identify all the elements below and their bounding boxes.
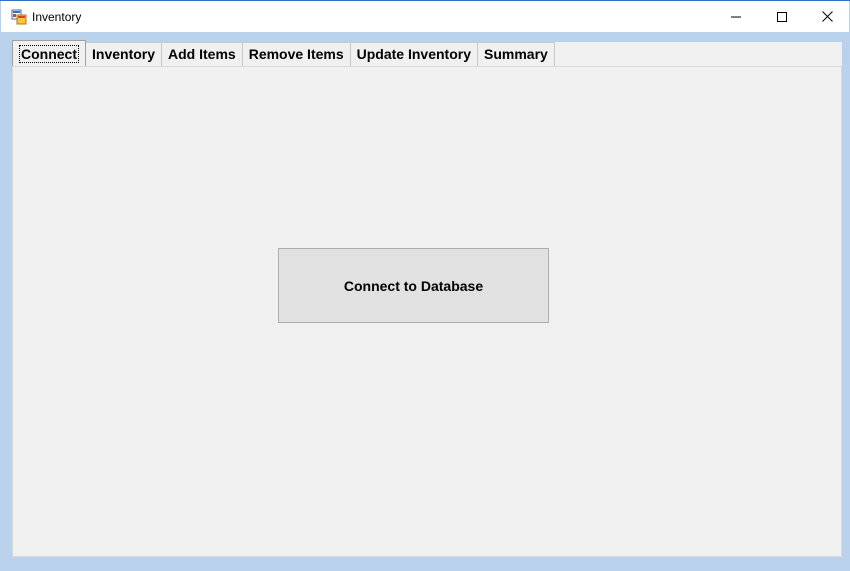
tab-connect[interactable]: Connect (12, 40, 86, 66)
maximize-button[interactable] (759, 1, 805, 32)
tab-inventory[interactable]: Inventory (85, 42, 163, 66)
close-button[interactable] (804, 1, 850, 32)
minimize-button[interactable] (713, 1, 759, 32)
tab-label: Summary (484, 46, 548, 62)
tab-label: Connect (19, 45, 79, 63)
minimize-icon (731, 16, 741, 17)
inventory-window: Inventory Connect Inventory Add Items Re… (0, 0, 850, 571)
title-bar[interactable]: Inventory (1, 1, 849, 32)
tab-update-inventory[interactable]: Update Inventory (349, 42, 478, 66)
tab-label: Remove Items (248, 46, 344, 62)
tab-label: Inventory (92, 46, 156, 62)
tab-remove-items[interactable]: Remove Items (241, 42, 351, 66)
app-icon (11, 9, 27, 25)
tab-label: Update Inventory (356, 46, 471, 62)
maximize-icon (777, 11, 787, 22)
close-icon (821, 11, 833, 22)
tab-label: Add Items (168, 46, 236, 62)
tab-add-items[interactable]: Add Items (161, 42, 243, 66)
tab-strip: Connect Inventory Add Items Remove Items… (12, 40, 555, 66)
tab-summary[interactable]: Summary (477, 42, 555, 66)
connect-to-database-button[interactable]: Connect to Database (278, 248, 549, 323)
window-title: Inventory (32, 10, 82, 24)
